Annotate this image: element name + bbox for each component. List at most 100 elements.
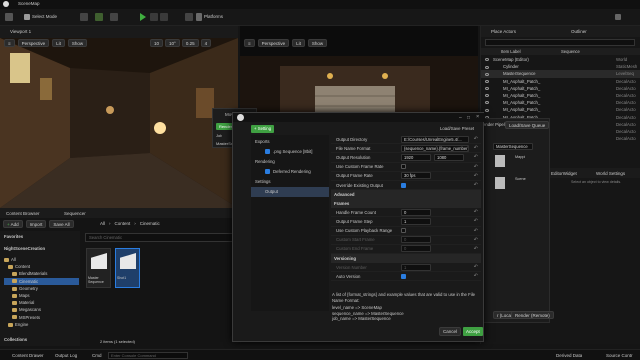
viewport2-perspective-button[interactable]: Perspective xyxy=(257,39,290,47)
folder-item[interactable]: Engine xyxy=(4,321,79,328)
reset-to-default-icon[interactable]: ↶ xyxy=(474,218,478,224)
col-item-label[interactable]: Item Label xyxy=(501,49,521,54)
property-value-field[interactable]: 30 fps xyxy=(401,172,431,180)
folder-item[interactable]: Megascans xyxy=(4,306,79,313)
settings-icon[interactable] xyxy=(615,14,621,20)
visibility-eye-icon[interactable] xyxy=(485,101,489,105)
reset-to-default-icon[interactable]: ↶ xyxy=(474,264,478,270)
perspective-button[interactable]: Perspective xyxy=(17,39,50,47)
settings-tree-item[interactable]: Deferred Rendering xyxy=(251,167,329,177)
content-search-input[interactable]: Search Cinematic xyxy=(85,233,235,242)
reset-to-default-icon[interactable]: ↶ xyxy=(474,136,478,142)
folder-item[interactable]: Geometry xyxy=(4,285,79,292)
folder-item[interactable]: All xyxy=(4,256,79,263)
visibility-eye-icon[interactable] xyxy=(485,79,489,83)
sequencer-tab[interactable]: Sequencer xyxy=(64,211,86,216)
favorites-header[interactable]: Favorites xyxy=(4,234,23,239)
play-icon[interactable] xyxy=(140,13,146,21)
minimize-icon[interactable]: – xyxy=(459,115,462,121)
visibility-eye-icon[interactable] xyxy=(485,94,489,98)
property-section[interactable]: Versioning xyxy=(331,254,481,264)
reset-to-default-icon[interactable]: ↶ xyxy=(474,246,478,252)
outliner-tab[interactable]: Outliner xyxy=(571,29,587,34)
folder-item[interactable]: BlendMaterials xyxy=(4,270,79,277)
folder-item[interactable]: Cinematic xyxy=(4,277,79,285)
outliner-search-input[interactable] xyxy=(485,39,635,46)
lit-button[interactable]: Lit xyxy=(52,39,65,47)
settings-tree-item[interactable]: Settings xyxy=(251,177,329,187)
rotation-snap-value[interactable]: 10° xyxy=(165,39,180,47)
platforms-icon[interactable] xyxy=(196,13,202,21)
accept-button[interactable]: Accept xyxy=(463,327,483,336)
asset-master-sequence[interactable]: Master Sequence xyxy=(86,248,111,288)
cancel-button[interactable]: Cancel xyxy=(439,327,462,336)
property-value-field[interactable]: 1 xyxy=(401,217,431,225)
render-remote-button[interactable]: Render (Remote) xyxy=(511,311,554,319)
path-content[interactable]: Content xyxy=(115,221,131,226)
add-button[interactable]: + Add xyxy=(3,220,23,228)
project-header[interactable]: NightSceneCreation xyxy=(4,246,45,251)
property-section[interactable]: Frames xyxy=(331,199,481,209)
show-button[interactable]: Show xyxy=(67,39,88,47)
load-save-preset-button[interactable]: Load/Save Preset xyxy=(440,126,474,131)
content-browser-tab[interactable]: Content Browser xyxy=(6,211,40,216)
select-mode-label[interactable]: Select Mode xyxy=(32,14,57,19)
outliner-row[interactable]: MasterSequence LevelSeq xyxy=(481,70,640,78)
visibility-eye-icon[interactable] xyxy=(485,65,489,69)
outliner-row[interactable]: MI_Asphalt_Patch_ DecalActo xyxy=(481,99,640,106)
resolution-height-field[interactable]: 1080 xyxy=(434,153,464,161)
property-section[interactable]: Advanced xyxy=(331,190,481,200)
outliner-row[interactable]: MI_Asphalt_Patch_ DecalActo xyxy=(481,78,640,85)
visibility-eye-icon[interactable] xyxy=(485,87,489,91)
world-settings-tab[interactable]: World Settings xyxy=(596,171,625,176)
settings-tree-item[interactable]: Output xyxy=(251,187,329,197)
output-log-button[interactable]: Output Log xyxy=(55,353,77,358)
add-actor-icon[interactable] xyxy=(80,13,88,21)
property-value-field[interactable]: {sequence_name}.{frame_number} xyxy=(401,144,469,152)
content-drawer-button[interactable]: Content Drawer xyxy=(12,353,44,358)
reset-to-default-icon[interactable]: ↶ xyxy=(474,237,478,243)
outliner-row[interactable]: MI_Asphalt_Patch_ DecalActo xyxy=(481,106,640,113)
folder-item[interactable]: Material xyxy=(4,299,79,306)
outliner-row[interactable]: Cylinder StaticMesh xyxy=(481,63,640,70)
place-actors-tab[interactable]: Place Actors xyxy=(491,29,516,34)
editor-widget-tab[interactable]: EditorWidget xyxy=(551,171,577,176)
viewport2-menu-button[interactable]: ≡ xyxy=(244,39,255,47)
visibility-eye-icon[interactable] xyxy=(485,108,489,112)
select-mode-icon[interactable] xyxy=(24,14,30,20)
save-all-button[interactable]: Save All xyxy=(49,220,74,228)
reset-to-default-icon[interactable]: ↶ xyxy=(474,209,478,215)
property-checkbox[interactable] xyxy=(401,164,406,170)
setting-enabled-checkbox[interactable] xyxy=(265,169,270,175)
viewport2-lit-button[interactable]: Lit xyxy=(292,39,305,47)
queue-field[interactable]: MasterSequence xyxy=(493,143,533,150)
property-value-field[interactable]: 0 xyxy=(401,208,431,216)
resolution-width-field[interactable]: 1920 xyxy=(401,153,431,161)
reset-to-default-icon[interactable]: ↶ xyxy=(474,173,478,179)
path-all[interactable]: All xyxy=(100,221,105,226)
visibility-eye-icon[interactable] xyxy=(485,58,489,62)
import-button[interactable]: Import xyxy=(25,220,47,228)
camera-speed-value[interactable]: 4 xyxy=(200,39,212,47)
scale-snap-value[interactable]: 0.25 xyxy=(181,39,199,47)
level-tab[interactable]: SceneMap xyxy=(18,1,40,6)
outliner-row[interactable]: SceneMap (Editor) World xyxy=(481,56,640,63)
add-setting-button[interactable]: + Setting xyxy=(251,125,275,133)
grid-snap-value[interactable]: 10 xyxy=(150,39,164,47)
reset-to-default-icon[interactable]: ↶ xyxy=(474,145,478,151)
viewport-1[interactable]: ≡ Perspective Lit Show 10 10° 0.25 4 xyxy=(0,38,238,208)
cinematics-icon[interactable] xyxy=(110,13,118,21)
viewport-menu-button[interactable]: ≡ xyxy=(4,39,15,47)
settings-tree-item[interactable]: .png Sequence [8bit] xyxy=(251,147,329,157)
reset-to-default-icon[interactable]: ↶ xyxy=(474,182,478,188)
derived-data-button[interactable]: Derived Data xyxy=(556,353,582,358)
load-save-queue-button[interactable]: Load/Save Queue xyxy=(505,121,550,129)
col-type-label[interactable]: Sequence xyxy=(561,49,580,54)
maximize-icon[interactable]: □ xyxy=(467,115,470,121)
folder-item[interactable]: Content xyxy=(4,263,79,270)
settings-tree-item[interactable]: Exports xyxy=(251,137,329,147)
stop-icon[interactable] xyxy=(160,13,168,21)
cmd-button[interactable]: Cmd xyxy=(92,353,102,358)
folder-item[interactable]: MSPresets xyxy=(4,314,79,321)
property-checkbox[interactable] xyxy=(401,182,406,188)
